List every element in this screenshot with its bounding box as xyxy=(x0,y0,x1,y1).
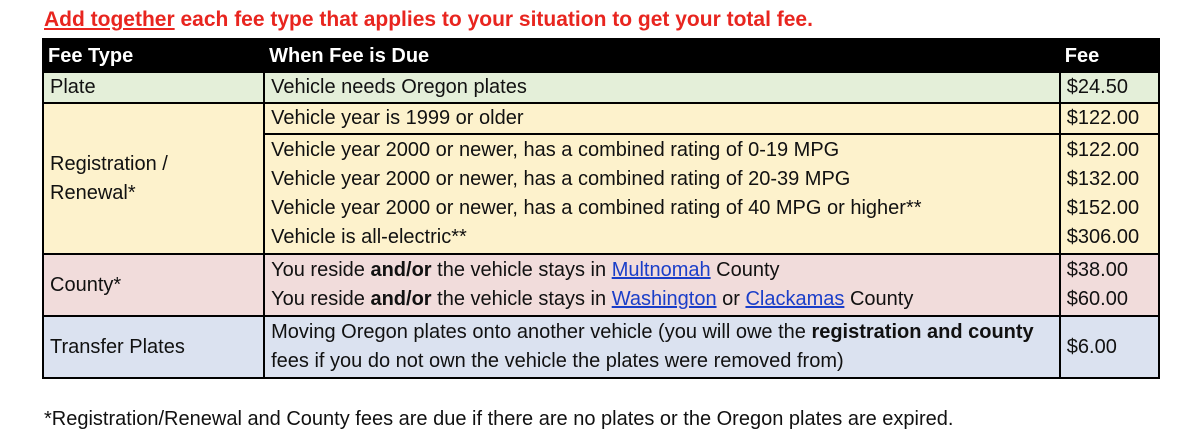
transfer-bold: registration and county xyxy=(811,321,1034,343)
plate-when: Vehicle needs Oregon plates xyxy=(263,71,1061,104)
county-text: County xyxy=(844,288,914,310)
instruction-headline: Add together each fee type that applies … xyxy=(44,8,813,32)
county-and-or: and/or xyxy=(370,259,432,281)
county-fee-washington-clackamas: $60.00 xyxy=(1066,288,1128,310)
row-plate: Plate Vehicle needs Oregon plates $24.50 xyxy=(41,71,1161,104)
header-when-due: When Fee is Due xyxy=(263,38,1061,73)
county-and-or: and/or xyxy=(370,288,432,310)
county-text: or xyxy=(716,288,746,310)
county-text: the vehicle stays in xyxy=(431,288,612,310)
registration-when-40-plus: Vehicle year 2000 or newer, has a combin… xyxy=(271,197,922,219)
county-text: the vehicle stays in xyxy=(431,259,612,281)
table-header-row: Fee Type When Fee is Due Fee xyxy=(41,38,1161,73)
plate-type: Plate xyxy=(41,71,266,104)
transfer-type: Transfer Plates xyxy=(41,315,266,379)
registration-fee-40-plus: $152.00 xyxy=(1066,197,1140,219)
registration-fee-20-39: $132.00 xyxy=(1066,168,1140,190)
county-when-multnomah: You reside and/or the vehicle stays in M… xyxy=(271,256,1053,285)
county-when-washington-clackamas: You reside and/or the vehicle stays in W… xyxy=(271,285,1053,314)
county-type: County* xyxy=(41,253,266,317)
headline-emphasis: Add together xyxy=(44,8,175,31)
fee-table: Fee Type When Fee is Due Fee Plate Vehic… xyxy=(41,38,1161,379)
headline-text: each fee type that applies to your situa… xyxy=(174,8,813,31)
registration-old-fee: $122.00 xyxy=(1058,102,1161,135)
transfer-when: Moving Oregon plates onto another vehicl… xyxy=(263,315,1061,379)
transfer-text: fees if you do not own the vehicle the p… xyxy=(271,350,844,372)
header-fee-type: Fee Type xyxy=(41,38,266,73)
plate-fee: $24.50 xyxy=(1058,71,1161,104)
registration-old-when: Vehicle year is 1999 or older xyxy=(263,102,1061,135)
registration-type-line1: Registration / xyxy=(50,152,168,175)
registration-fee-0-19: $122.00 xyxy=(1066,139,1140,161)
county-text: County xyxy=(710,259,780,281)
registration-fee-electric: $306.00 xyxy=(1066,226,1140,248)
transfer-text: Moving Oregon plates onto another vehicl… xyxy=(271,321,812,343)
row-county: County* You reside and/or the vehicle st… xyxy=(41,253,1161,317)
county-text: You reside xyxy=(271,288,371,310)
county-text: You reside xyxy=(271,259,371,281)
registration-when-0-19: Vehicle year 2000 or newer, has a combin… xyxy=(271,139,840,161)
footnote: *Registration/Renewal and County fees ar… xyxy=(44,408,954,430)
registration-type: Registration / Renewal* xyxy=(41,102,266,255)
county-fee-multnomah: $38.00 xyxy=(1066,259,1128,281)
transfer-fee: $6.00 xyxy=(1058,315,1161,379)
registration-newer-fees: $122.00 $132.00 $152.00 $306.00 xyxy=(1058,133,1161,255)
row-registration-old: Registration / Renewal* Vehicle year is … xyxy=(41,102,1161,255)
row-transfer-plates: Transfer Plates Moving Oregon plates ont… xyxy=(41,315,1161,379)
county-fees: $38.00 $60.00 xyxy=(1058,253,1161,317)
washington-link[interactable]: Washington xyxy=(612,288,717,310)
multnomah-link[interactable]: Multnomah xyxy=(612,259,711,281)
county-when: You reside and/or the vehicle stays in M… xyxy=(263,253,1061,317)
header-fee: Fee xyxy=(1058,38,1161,73)
clackamas-link[interactable]: Clackamas xyxy=(745,288,844,310)
registration-when-20-39: Vehicle year 2000 or newer, has a combin… xyxy=(271,168,851,190)
registration-newer-when: Vehicle year 2000 or newer, has a combin… xyxy=(263,133,1061,255)
registration-type-line2: Renewal* xyxy=(50,181,136,204)
registration-when-electric: Vehicle is all-electric** xyxy=(271,226,467,248)
